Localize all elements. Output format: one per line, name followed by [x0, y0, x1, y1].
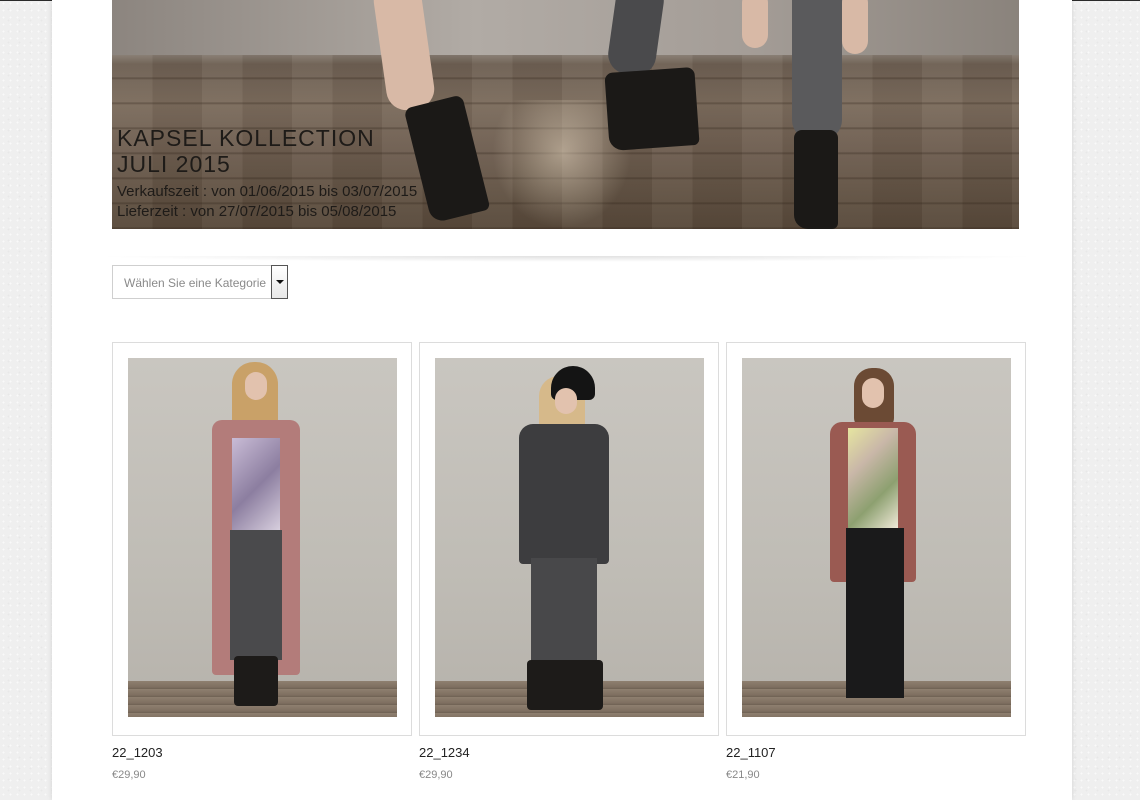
product-card[interactable]: 22_1234 €29,90: [419, 342, 719, 781]
product-photo[interactable]: [435, 358, 704, 717]
banner-text-block: KAPSEL KOLLECTION JULI 2015 Verkaufszeit…: [117, 125, 417, 222]
product-card[interactable]: 22_1203 €29,90: [112, 342, 412, 781]
model-top: [232, 438, 280, 538]
model-pants: [531, 558, 597, 668]
banner-model-boot: [604, 66, 700, 152]
product-image-frame[interactable]: [419, 342, 719, 736]
model-face: [862, 378, 884, 408]
product-name[interactable]: 22_1107: [726, 745, 1026, 760]
product-name[interactable]: 22_1203: [112, 745, 412, 760]
banner-sales-period: Verkaufszeit : von 01/06/2015 bis 03/07/…: [117, 183, 418, 200]
banner-model-boot: [794, 130, 838, 229]
banner-delivery-period: Lieferzeit : von 27/07/2015 bis 05/08/20…: [117, 203, 397, 220]
category-select[interactable]: Wählen Sie eine Kategorie: [112, 265, 288, 299]
banner-model-leg: [792, 0, 842, 140]
page-container: KAPSEL KOLLECTION JULI 2015 Verkaufszeit…: [52, 0, 1072, 800]
collection-banner[interactable]: KAPSEL KOLLECTION JULI 2015 Verkaufszeit…: [112, 0, 1019, 229]
product-photo[interactable]: [128, 358, 397, 717]
model-pants: [230, 530, 282, 660]
product-price: €29,90: [419, 769, 453, 781]
product-name[interactable]: 22_1234: [419, 745, 719, 760]
banner-model-arm: [742, 0, 768, 48]
product-image-frame[interactable]: [726, 342, 1026, 736]
product-image-frame[interactable]: [112, 342, 412, 736]
model-boots: [234, 656, 278, 706]
model-face: [245, 372, 267, 400]
model-boots: [527, 660, 603, 710]
category-select-value: Wählen Sie eine Kategorie: [124, 276, 267, 290]
model-sweater: [519, 424, 609, 564]
chevron-down-icon[interactable]: [271, 265, 288, 299]
product-price: €29,90: [112, 769, 146, 781]
product-price: €21,90: [726, 769, 760, 781]
model-face: [555, 388, 577, 414]
banner-wall: [112, 0, 1019, 55]
product-card[interactable]: 22_1107 €21,90: [726, 342, 1026, 781]
product-photo[interactable]: [742, 358, 1011, 717]
model-top: [848, 428, 898, 528]
banner-title: KAPSEL KOLLECTION JULI 2015: [117, 125, 375, 177]
banner-model-arm: [842, 0, 868, 54]
section-divider: [92, 256, 1042, 262]
model-pants: [846, 528, 904, 698]
